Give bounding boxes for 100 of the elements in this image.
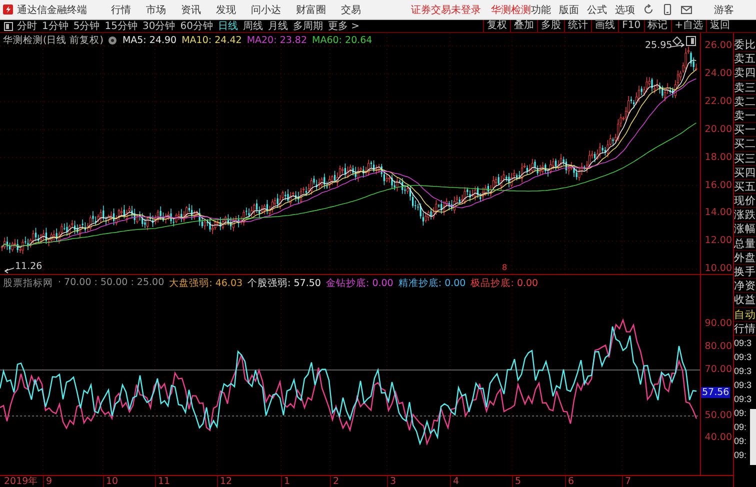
period-tab[interactable]: 更多 > (328, 19, 360, 33)
menu-item[interactable]: 行情 (111, 2, 131, 16)
quote-label: 行情 (734, 322, 756, 336)
ma-legend: MA5: 24.90 (122, 35, 177, 46)
signal-mark: 8 (502, 263, 508, 273)
axis-label: 12.00 (704, 236, 732, 246)
field-label: 卖一 (734, 108, 756, 124)
menu-item[interactable]: 选项 (615, 2, 635, 16)
axis-label: 1 (281, 476, 290, 487)
time-label: 09: (734, 406, 748, 420)
axis-label: 10 (103, 476, 118, 487)
axis-label: 3 (387, 476, 396, 487)
indicator-legend: 精准抄底: 0.00 (398, 277, 466, 290)
app-title: 通达信金融终端 (17, 4, 87, 16)
indicator-legend: 极品抄底: 0.00 (470, 277, 538, 290)
field-label: 涨幅 (734, 222, 756, 237)
axis-label: 11 (155, 476, 170, 487)
chart-title: 华测检测(日线 前复权) (3, 34, 104, 47)
auto-label[interactable]: 自动 (734, 308, 756, 322)
time-label: 09:3 (734, 350, 753, 364)
axis-label: 2 (330, 476, 340, 487)
axis-label: 10.00 (704, 264, 732, 274)
tool-button[interactable]: 统计 (564, 20, 592, 32)
time-label: 09:3 (734, 392, 753, 406)
period-tab[interactable]: 30分钟 (142, 19, 176, 33)
menu-item[interactable]: 资讯 (181, 2, 201, 16)
axis-label: 12 (217, 476, 232, 487)
axis-label: 7 (622, 476, 632, 487)
time-label: 09: (734, 434, 748, 448)
level-settings: · 70.00 : 50.00 : 25.00 (58, 277, 164, 290)
axis-label: 18.00 (704, 152, 732, 163)
axis-label: 22.00 (704, 96, 732, 107)
field-label: 委比 (734, 38, 756, 52)
menu-item[interactable]: 问小达 (251, 2, 281, 16)
indicator-legend: 大盘强弱: 46.03 (169, 277, 243, 290)
axis-label: 90.00 (704, 319, 732, 329)
axis-label: 16.00 (704, 180, 732, 190)
period-tab[interactable]: 月线 (268, 19, 288, 33)
time-label: 09: (734, 448, 748, 462)
menu-item[interactable]: 发现 (216, 2, 236, 16)
menu-item[interactable]: 财富圈 (296, 2, 326, 16)
period-tab[interactable]: 5分钟 (73, 19, 100, 33)
period-tab[interactable]: 多周期 (292, 19, 323, 33)
user-name[interactable]: 游客 (714, 2, 734, 16)
axis-label: 26.00 (704, 41, 732, 51)
field-label: 现价 (734, 194, 756, 208)
axis-label: 2019年 (3, 476, 38, 487)
stock-name: 华测检测 (491, 4, 531, 16)
axis-label: 20.00 (704, 124, 732, 135)
axis-label: 14.00 (704, 208, 732, 218)
field-label: 买五 (734, 180, 756, 194)
field-label: 收益 (734, 293, 756, 308)
menu-item[interactable]: 交易 (341, 2, 361, 16)
price-label: 11.26 (15, 262, 42, 272)
price-label: 25.95 (645, 41, 672, 51)
axis-label: 40.00 (704, 433, 732, 443)
tool-button[interactable]: 返回 (706, 20, 733, 32)
time-label: 09: (734, 420, 748, 434)
axis-label: 50.00 (704, 411, 732, 421)
field-label: 总量 (734, 236, 756, 251)
period-tab[interactable]: 15分钟 (104, 19, 138, 33)
axis-label: 80.00 (704, 342, 732, 352)
axis-label: 4 (450, 476, 460, 487)
period-tab[interactable]: 周线 (242, 19, 263, 33)
field-label: 买二 (734, 137, 756, 152)
tool-button[interactable]: F10 (618, 20, 644, 32)
time-label: 09:3 (734, 364, 753, 378)
axis-label: 9 (43, 476, 52, 487)
login-status[interactable]: 证券交易未登录 (411, 2, 481, 16)
menu-item[interactable]: 版面 (559, 2, 579, 16)
menu-item[interactable]: 市场 (146, 2, 166, 16)
ma-legend: MA10: 24.42 (182, 35, 242, 46)
value-tag: 57.56 (701, 387, 730, 398)
indicator-legend: 金钻抄底: 0.00 (326, 277, 394, 290)
ma-legend: MA60: 20.64 (312, 35, 372, 46)
period-tab[interactable]: 60分钟 (180, 19, 213, 33)
indicator-legend: 个股强弱: 57.50 (248, 277, 321, 290)
tool-button[interactable]: 复权 (483, 20, 510, 32)
field-label: 涨跌 (734, 208, 756, 222)
tool-button[interactable]: +自选 (670, 20, 706, 32)
period-tab[interactable]: 日线 (218, 19, 238, 33)
indicator-name: 股票指标网 (3, 277, 53, 290)
tool-button[interactable]: 叠加 (510, 20, 538, 32)
field-label: 净资 (734, 279, 756, 294)
ma-legend: MA20: 23.82 (246, 35, 308, 46)
tool-button[interactable]: 画线 (591, 20, 618, 32)
period-tab[interactable]: 1分钟 (42, 19, 68, 33)
tool-button[interactable]: 标记 (644, 20, 671, 32)
field-label: 卖二 (734, 94, 756, 109)
field-label: 换手 (734, 265, 756, 280)
field-label: 卖四 (734, 66, 756, 81)
tool-button[interactable]: 多股 (537, 20, 564, 32)
field-label: 买四 (734, 166, 756, 180)
menu-item[interactable]: 公式 (587, 2, 607, 16)
axis-label: 70.00 (704, 365, 732, 375)
period-tab[interactable]: 分时 (17, 19, 37, 33)
time-label: 09:3 (734, 378, 753, 392)
field-label: 外盘 (734, 250, 756, 265)
field-label: 卖三 (734, 80, 756, 95)
menu-item[interactable]: 功能 (531, 2, 551, 16)
